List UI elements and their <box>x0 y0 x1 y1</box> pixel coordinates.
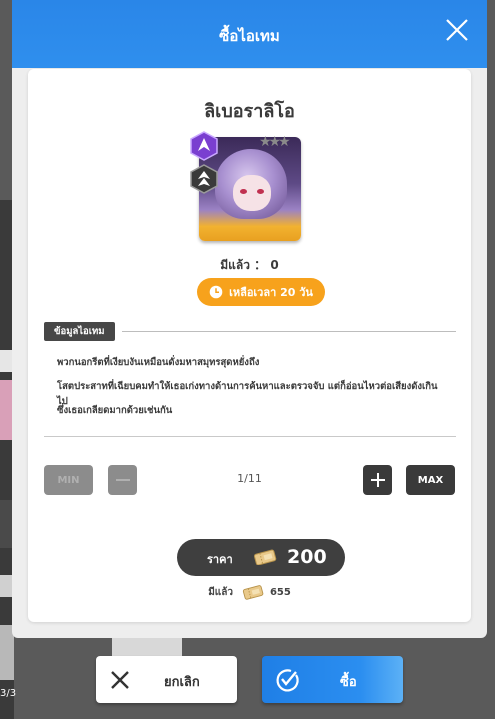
time-remaining-badge: เหลือเวลา 20 วัน <box>197 278 325 306</box>
max-label: MAX <box>417 474 444 486</box>
modal-header: ซื้อไอเทม <box>12 0 487 68</box>
character-face <box>233 175 271 211</box>
item-name: ลิเบอราลิโอ <box>204 101 295 122</box>
increment-button[interactable] <box>363 465 392 495</box>
description-line: พวกนอกรีตที่เงียบงันเหมือนดั่งมหาสมุทรสุ… <box>57 357 260 368</box>
modal-title: ซื้อไอเทม <box>219 27 280 45</box>
buy-button[interactable]: ซื้อ <box>262 656 403 703</box>
owned-currency-label: มีแล้ว <box>208 587 233 598</box>
background-counter: 3/3 <box>0 688 17 699</box>
description-line: ซึ่งเธอเกลียดมากด้วยเช่นกัน <box>57 405 173 416</box>
character-eye <box>240 189 247 194</box>
element-badge-icon <box>190 164 218 194</box>
cancel-label: ยกเลิก <box>164 675 200 690</box>
character-eye <box>257 189 264 194</box>
price-label: ราคา <box>207 553 233 566</box>
item-info-tag: ข้อมูลไอเทม <box>44 322 115 341</box>
time-remaining-text: เหลือเวลา 20 วัน <box>229 286 313 299</box>
check-circle-icon <box>276 669 299 692</box>
max-button[interactable]: MAX <box>406 465 455 495</box>
quantity-value: 1/11 <box>237 472 262 485</box>
ticket-icon <box>243 585 264 600</box>
rarity-stars: ★★★ <box>259 134 291 150</box>
section-divider <box>122 331 456 332</box>
class-badge-icon <box>190 131 218 161</box>
purchase-modal: ซื้อไอเทม ลิเบอราลิโอ ★★★ มีแล้ว ： 0 เหล… <box>12 0 487 638</box>
clock-icon <box>209 285 223 299</box>
owned-count: มีแล้ว ： 0 <box>220 258 279 272</box>
owned-currency: มีแล้ว 655 <box>28 584 471 600</box>
price-display: ราคา 200 <box>177 539 345 576</box>
close-button[interactable] <box>445 18 469 42</box>
ticket-icon <box>253 549 277 565</box>
cancel-button[interactable]: ยกเลิก <box>96 656 237 703</box>
item-card: ลิเบอราลิโอ ★★★ มีแล้ว ： 0 เหลือเวลา 20 … <box>28 69 471 622</box>
plus-icon <box>370 473 385 487</box>
close-icon <box>446 19 468 41</box>
owned-currency-value: 655 <box>269 587 291 598</box>
close-icon <box>111 671 129 689</box>
price-value: 200 <box>287 546 327 568</box>
buy-label: ซื้อ <box>340 675 357 690</box>
divider <box>44 436 456 437</box>
